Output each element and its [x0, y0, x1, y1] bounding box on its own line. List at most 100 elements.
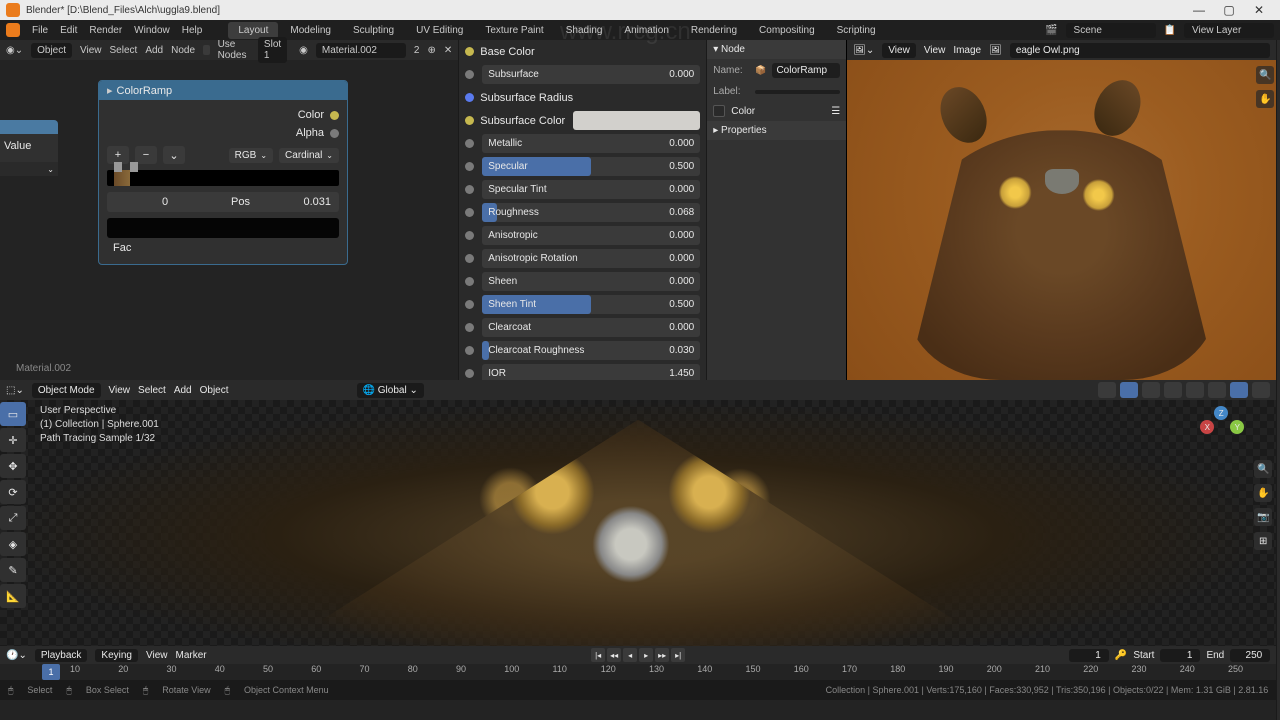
- value-slider[interactable]: Sheen0.000: [482, 272, 700, 291]
- tool-select-box[interactable]: ▭: [0, 402, 26, 426]
- color-ramp-gradient[interactable]: [107, 170, 339, 186]
- menu-render[interactable]: Render: [89, 25, 122, 36]
- tool-move[interactable]: ✥: [0, 454, 26, 478]
- ramp-colormode[interactable]: RGB⌄: [229, 148, 273, 163]
- tool-scale[interactable]: ⤢: [0, 506, 26, 530]
- perspective-toggle-icon[interactable]: ⊞: [1254, 532, 1272, 550]
- input-socket[interactable]: [465, 254, 474, 263]
- 3d-viewport[interactable]: ⬚⌄ Object Mode View Select Add Object 🌐 …: [0, 380, 1276, 646]
- material-close-icon[interactable]: ✕: [444, 45, 452, 56]
- scene-selector[interactable]: Scene: [1066, 23, 1156, 38]
- image-canvas[interactable]: 🔍 ✋: [847, 60, 1276, 380]
- color-swatch[interactable]: [573, 111, 700, 130]
- input-socket[interactable]: [465, 208, 474, 217]
- axis-x-icon[interactable]: X: [1200, 420, 1214, 434]
- shading-matprev[interactable]: [1208, 382, 1226, 398]
- use-nodes-checkbox[interactable]: [203, 45, 210, 55]
- ramp-stop-0[interactable]: [114, 162, 122, 172]
- play-icon[interactable]: ▸: [639, 648, 653, 662]
- output-socket-color[interactable]: [330, 111, 339, 120]
- nodehdr-view[interactable]: View: [80, 45, 102, 56]
- ramp-stop-1[interactable]: [130, 162, 138, 172]
- viewport-canvas[interactable]: [0, 400, 1276, 646]
- material-selector[interactable]: Material.002: [316, 43, 406, 58]
- input-socket[interactable]: [465, 300, 474, 309]
- editor-type-icon[interactable]: 🖼⌄: [853, 45, 874, 56]
- imged-view-menu[interactable]: View: [924, 45, 946, 56]
- sidepanel-props-header[interactable]: ▸ Properties: [707, 121, 846, 140]
- tab-scripting[interactable]: Scripting: [827, 22, 886, 39]
- axis-y-icon[interactable]: Y: [1230, 420, 1244, 434]
- node-color-checkbox[interactable]: [713, 105, 725, 117]
- material-users[interactable]: 2: [414, 45, 420, 56]
- tool-annotate[interactable]: ✎: [0, 558, 26, 582]
- tab-modeling[interactable]: Modeling: [280, 22, 341, 39]
- value-slider[interactable]: Specular Tint0.000: [482, 180, 700, 199]
- ramp-remove-stop[interactable]: −: [135, 146, 157, 164]
- input-socket[interactable]: [465, 162, 474, 171]
- tab-texturepaint[interactable]: Texture Paint: [475, 22, 553, 39]
- colorramp-node[interactable]: ▸ColorRamp Color Alpha + − ⌄ RGB⌄ Cardin…: [98, 80, 348, 265]
- tool-cursor[interactable]: ✛: [0, 428, 26, 452]
- tab-layout[interactable]: Layout: [228, 22, 278, 39]
- interaction-mode[interactable]: Object Mode: [32, 383, 101, 398]
- menu-edit[interactable]: Edit: [60, 25, 77, 36]
- input-socket[interactable]: [465, 231, 474, 240]
- ramp-interpolation[interactable]: Cardinal⌄: [279, 148, 339, 163]
- tab-compositing[interactable]: Compositing: [749, 22, 825, 39]
- sidepanel-name-field[interactable]: ColorRamp: [772, 63, 840, 78]
- current-frame[interactable]: 1: [1069, 649, 1109, 662]
- minimize-button[interactable]: —: [1184, 3, 1214, 17]
- material-shield-icon[interactable]: ⊕: [427, 45, 435, 56]
- jump-next-key-icon[interactable]: ▸▸: [655, 648, 669, 662]
- gizmo-toggle[interactable]: [1098, 382, 1116, 398]
- imged-image-menu[interactable]: Image: [953, 45, 981, 56]
- value-slider[interactable]: Anisotropic0.000: [482, 226, 700, 245]
- vp-view-menu[interactable]: View: [109, 385, 131, 396]
- tool-rotate[interactable]: ⟳: [0, 480, 26, 504]
- nodehdr-add[interactable]: Add: [145, 45, 163, 56]
- shading-rendered[interactable]: [1230, 382, 1248, 398]
- end-frame[interactable]: 250: [1230, 649, 1270, 662]
- menu-help[interactable]: Help: [182, 25, 203, 36]
- blender-logo-icon[interactable]: [6, 23, 20, 37]
- sidepanel-header[interactable]: ▾ Node: [707, 40, 846, 59]
- input-socket[interactable]: [465, 346, 474, 355]
- jump-start-icon[interactable]: |◂: [591, 648, 605, 662]
- transform-orientation[interactable]: 🌐 Global ⌄: [357, 383, 424, 398]
- zoom-icon[interactable]: 🔍: [1254, 460, 1272, 478]
- image-file-selector[interactable]: eagle Owl.png: [1010, 43, 1270, 58]
- close-button[interactable]: ✕: [1244, 3, 1274, 17]
- tl-marker[interactable]: Marker: [176, 650, 207, 661]
- imged-mode[interactable]: View: [882, 43, 916, 58]
- pause-render-icon[interactable]: [1252, 382, 1270, 398]
- nodehdr-node[interactable]: Node: [171, 45, 195, 56]
- menu-window[interactable]: Window: [134, 25, 170, 36]
- value-slider[interactable]: IOR1.450: [482, 364, 700, 380]
- camera-view-icon[interactable]: 📷: [1254, 508, 1272, 526]
- tab-shading[interactable]: Shading: [556, 22, 613, 39]
- jump-end-icon[interactable]: ▸|: [671, 648, 685, 662]
- vp-select-menu[interactable]: Select: [138, 385, 166, 396]
- value-node[interactable]: Value ⌄: [0, 120, 58, 176]
- magnify-icon[interactable]: 🔍: [1256, 66, 1274, 84]
- pan-icon[interactable]: ✋: [1254, 484, 1272, 502]
- value-slider[interactable]: Specular0.500: [482, 157, 700, 176]
- tool-measure[interactable]: 📐: [0, 584, 26, 608]
- value-slider[interactable]: Subsurface0.000: [482, 65, 700, 84]
- xray-toggle[interactable]: [1142, 382, 1160, 398]
- tl-view[interactable]: View: [146, 650, 168, 661]
- value-slider[interactable]: Clearcoat Roughness0.030: [482, 341, 700, 360]
- input-socket[interactable]: [465, 70, 474, 79]
- play-reverse-icon[interactable]: ◂: [623, 648, 637, 662]
- input-socket[interactable]: [465, 323, 474, 332]
- viewlayer-selector[interactable]: View Layer: [1184, 23, 1274, 38]
- tl-playback[interactable]: Playback: [35, 649, 88, 662]
- editor-type-icon[interactable]: ◉⌄: [6, 45, 23, 56]
- start-frame[interactable]: 1: [1160, 649, 1200, 662]
- input-socket[interactable]: [465, 369, 474, 378]
- sidepanel-label-field[interactable]: [755, 90, 840, 94]
- input-socket[interactable]: [465, 277, 474, 286]
- shader-type-pill[interactable]: Object: [31, 43, 72, 58]
- tab-uv[interactable]: UV Editing: [406, 22, 473, 39]
